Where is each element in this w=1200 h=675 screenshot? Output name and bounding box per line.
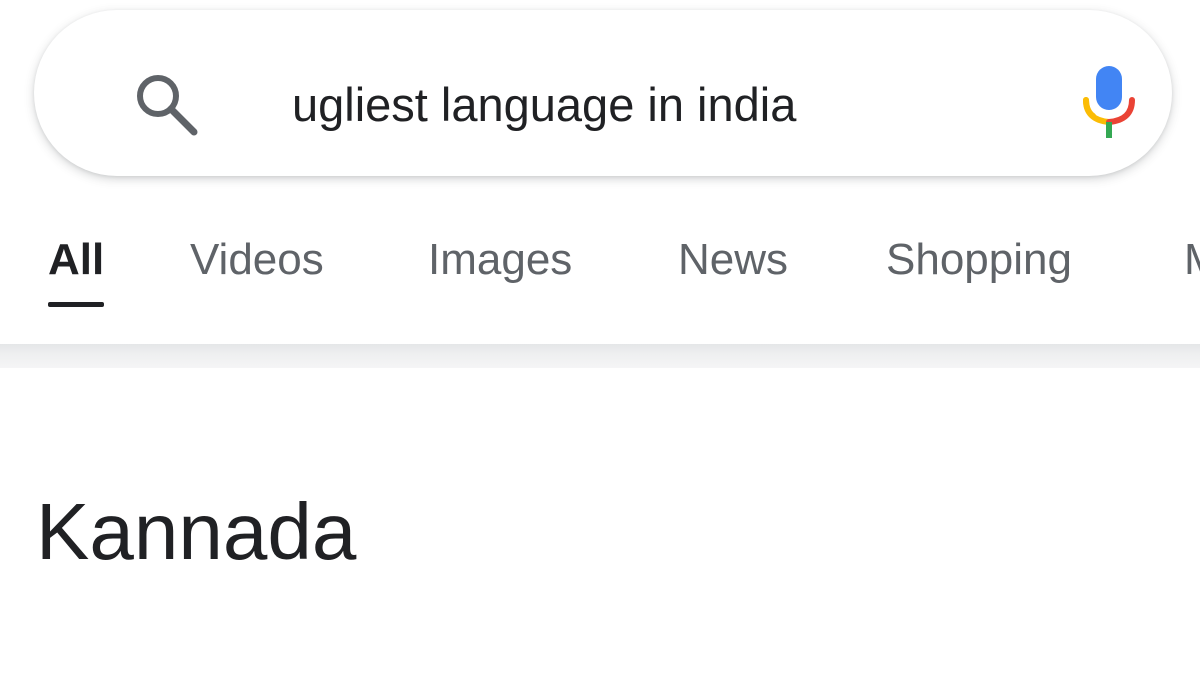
search-bar[interactable]: ugliest language in india	[34, 10, 1172, 176]
tab-more-clipped[interactable]: M	[1184, 232, 1200, 288]
featured-answer: Kannada	[36, 487, 357, 576]
search-tabs: All Videos Images News Shopping M	[0, 210, 1200, 320]
tab-videos[interactable]: Videos	[190, 232, 324, 288]
search-icon[interactable]	[130, 68, 202, 140]
search-input[interactable]: ugliest language in india	[292, 70, 1032, 140]
tab-news[interactable]: News	[678, 232, 788, 288]
tab-all[interactable]: All	[48, 232, 104, 288]
search-header: ugliest language in india All Videos Ima…	[0, 0, 1200, 344]
tab-shopping[interactable]: Shopping	[886, 232, 1072, 288]
tab-images[interactable]: Images	[428, 232, 572, 288]
result-card: Kannada	[0, 368, 1200, 675]
mic-icon[interactable]	[1080, 64, 1138, 142]
active-tab-indicator	[48, 302, 104, 307]
section-divider	[0, 344, 1200, 368]
